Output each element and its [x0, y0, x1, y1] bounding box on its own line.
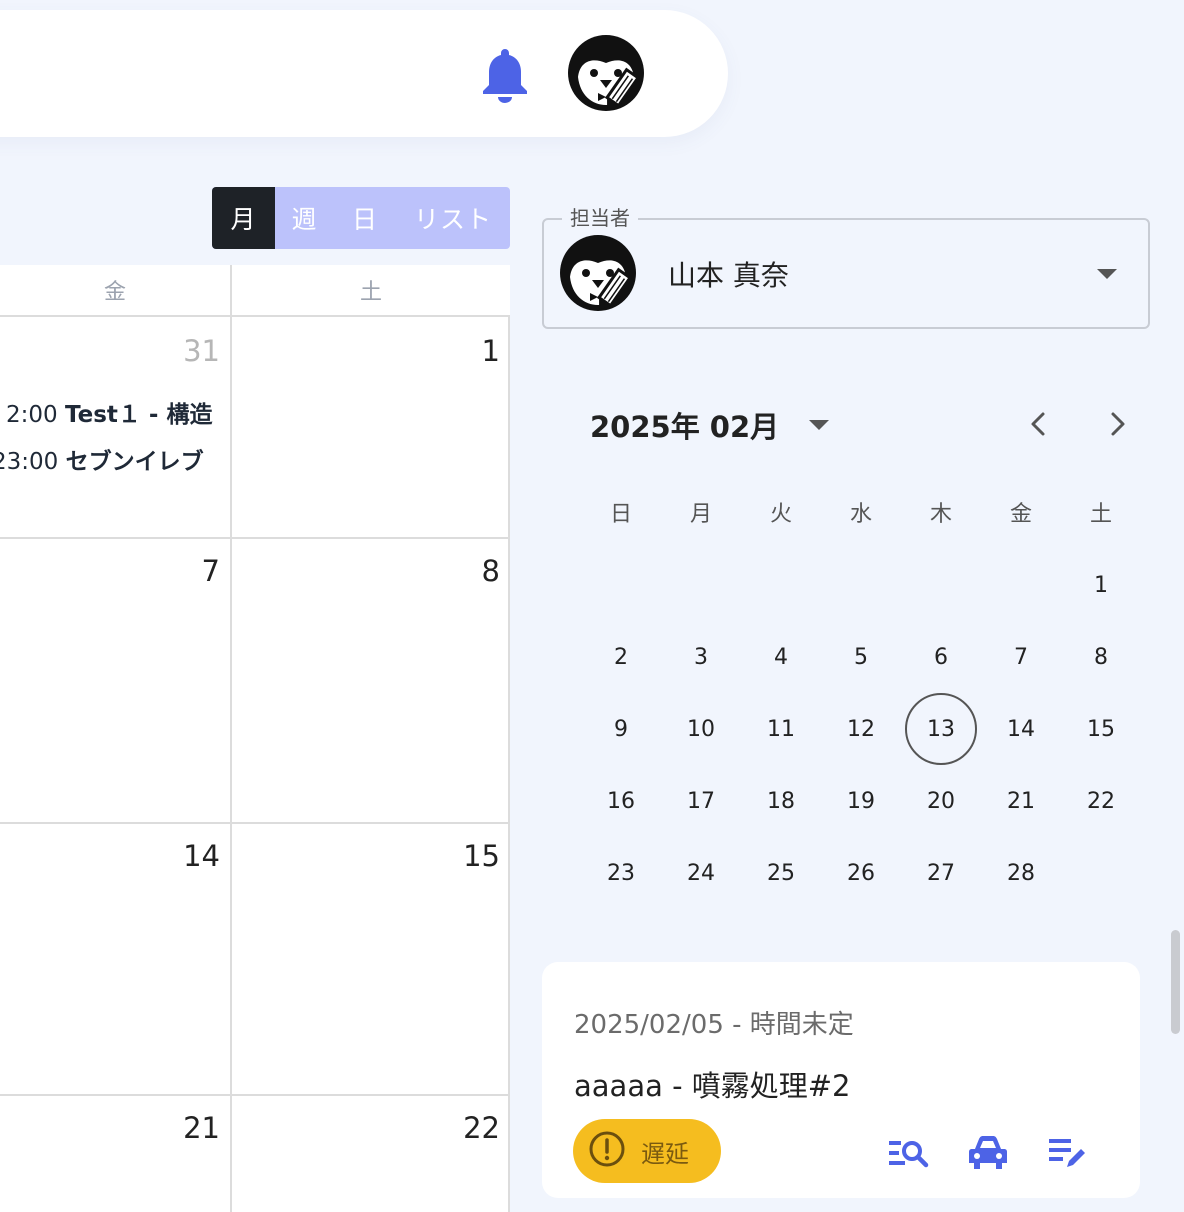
- mini-calendar-dow: 金: [1009, 502, 1032, 527]
- alert-circle-icon: [587, 1129, 627, 1173]
- status-badge: 遅延: [573, 1119, 721, 1183]
- mini-calendar-dow: 木: [929, 502, 952, 527]
- mini-calendar-day[interactable]: 3: [665, 621, 737, 693]
- mini-calendar-day[interactable]: 28: [985, 837, 1057, 909]
- mini-calendar-day-today[interactable]: 13: [905, 693, 977, 765]
- day-cell-number[interactable]: 14: [150, 839, 220, 873]
- grid-divider: [0, 537, 510, 539]
- day-cell-number[interactable]: 21: [150, 1111, 220, 1145]
- mini-calendar-day[interactable]: 20: [905, 765, 977, 837]
- view-week-button[interactable]: 週: [275, 187, 334, 249]
- mini-calendar-day[interactable]: 11: [745, 693, 817, 765]
- bell-icon[interactable]: [481, 47, 529, 103]
- mini-calendar-day[interactable]: 21: [985, 765, 1057, 837]
- mini-calendar-day[interactable]: 15: [1065, 693, 1137, 765]
- mini-calendar-day[interactable]: 22: [1065, 765, 1137, 837]
- mini-calendar-day[interactable]: 2: [585, 621, 657, 693]
- day-cell-number[interactable]: 1: [430, 334, 500, 368]
- mini-calendar-dow: 月: [689, 502, 712, 527]
- mini-calendar-dow: 土: [1089, 502, 1112, 527]
- user-avatar[interactable]: [566, 33, 650, 113]
- chevron-right-icon[interactable]: [1103, 408, 1133, 440]
- car-icon[interactable]: [967, 1133, 1009, 1173]
- mini-calendar-day[interactable]: 9: [585, 693, 657, 765]
- mini-calendar-day[interactable]: 19: [825, 765, 897, 837]
- mini-calendar-day[interactable]: 17: [665, 765, 737, 837]
- mini-calendar-day[interactable]: 4: [745, 621, 817, 693]
- dow-header-sat: 土: [359, 280, 382, 305]
- day-cell-number[interactable]: 15: [430, 839, 500, 873]
- assignee-avatar: [558, 233, 642, 313]
- mini-calendar-day[interactable]: 12: [825, 693, 897, 765]
- event-time: 23:00: [0, 449, 59, 475]
- list-search-icon[interactable]: [887, 1133, 929, 1173]
- mini-calendar-dow: 火: [769, 502, 792, 527]
- scrollbar-thumb[interactable]: [1171, 930, 1180, 1034]
- task-date: 2025/02/05 - 時間未定: [574, 1010, 854, 1040]
- mini-calendar-day[interactable]: 27: [905, 837, 977, 909]
- calendar-event[interactable]: 2:00 Test１ - 構造: [0, 395, 226, 429]
- mini-calendar-title[interactable]: 2025年 02月: [590, 404, 779, 446]
- task-title: aaaaa - 噴霧処理#2: [574, 1069, 851, 1103]
- mini-calendar-day[interactable]: 1: [1065, 549, 1137, 621]
- status-badge-label: 遅延: [641, 1139, 689, 1168]
- day-cell-number[interactable]: 8: [430, 554, 500, 588]
- view-day-button[interactable]: 日: [334, 187, 396, 249]
- chevron-down-icon[interactable]: [809, 420, 829, 430]
- mini-calendar-day[interactable]: 18: [745, 765, 817, 837]
- mini-calendar-day[interactable]: 26: [825, 837, 897, 909]
- mini-calendar-day[interactable]: 23: [585, 837, 657, 909]
- assignee-name: 山本 真奈: [668, 259, 789, 292]
- grid-divider: [0, 1094, 510, 1096]
- mini-calendar-day[interactable]: 6: [905, 621, 977, 693]
- grid-divider: [0, 822, 510, 824]
- chevron-left-icon[interactable]: [1023, 408, 1053, 440]
- mini-calendar-day[interactable]: 7: [985, 621, 1057, 693]
- mini-calendar-day[interactable]: 25: [745, 837, 817, 909]
- grid-divider: [230, 265, 232, 1212]
- event-title: セブンイレブ: [65, 449, 204, 475]
- view-list-button[interactable]: リスト: [396, 187, 510, 249]
- mini-calendar-day[interactable]: 10: [665, 693, 737, 765]
- mini-calendar-day[interactable]: 14: [985, 693, 1057, 765]
- chevron-down-icon[interactable]: [1097, 269, 1117, 279]
- mini-calendar-day[interactable]: 5: [825, 621, 897, 693]
- mini-calendar-day[interactable]: 16: [585, 765, 657, 837]
- dow-header-fri: 金: [103, 280, 126, 305]
- calendar-event[interactable]: 23:00 セブンイレブ: [0, 442, 226, 476]
- calendar-view-switch: 月 週 日 リスト: [212, 187, 510, 249]
- assignee-label: 担当者: [562, 202, 638, 231]
- mini-calendar-day[interactable]: 24: [665, 837, 737, 909]
- day-cell-number[interactable]: 22: [430, 1111, 500, 1145]
- view-month-button[interactable]: 月: [212, 187, 275, 249]
- mini-calendar-dow: 日: [609, 502, 632, 527]
- mini-calendar-dow: 水: [849, 502, 872, 527]
- day-cell-number[interactable]: 7: [150, 554, 220, 588]
- day-cell-number[interactable]: 31: [150, 334, 220, 368]
- edit-list-icon[interactable]: [1047, 1133, 1089, 1173]
- event-time: 2:00: [6, 402, 58, 428]
- mini-calendar-day[interactable]: 8: [1065, 621, 1137, 693]
- grid-divider: [508, 315, 510, 1212]
- grid-divider: [0, 315, 510, 317]
- event-title: Test１ - 構造: [64, 402, 213, 428]
